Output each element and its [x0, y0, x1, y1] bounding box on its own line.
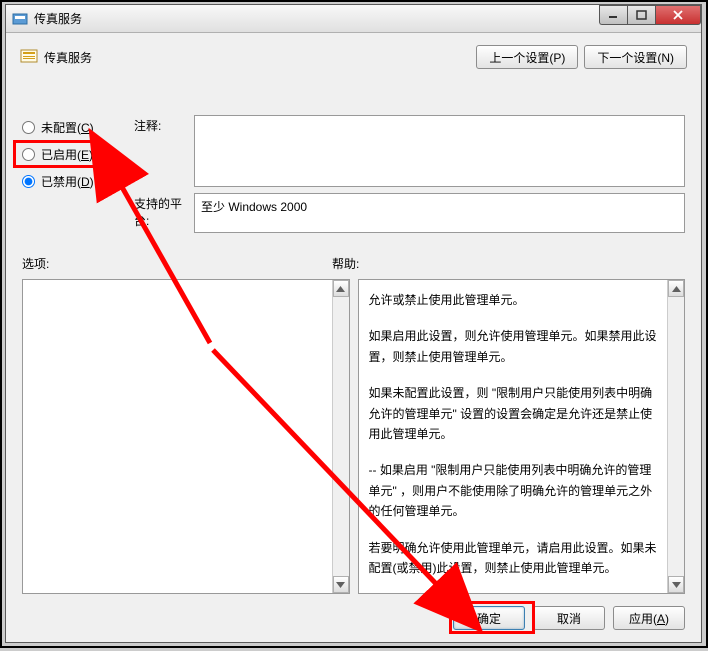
radio-enabled[interactable]: 已启用(E)	[22, 146, 94, 163]
comment-label: 注释:	[134, 115, 194, 187]
scroll-up-icon[interactable]	[668, 280, 684, 297]
help-scrollbar[interactable]	[667, 280, 684, 593]
maximize-button[interactable]	[627, 5, 655, 25]
help-p3: 如果未配置此设置，则 "限制用户只能使用列表中明确允许的管理单元" 设置的设置会…	[369, 383, 661, 444]
apply-button[interactable]: 应用(A)	[613, 606, 685, 630]
radio-disabled[interactable]: 已禁用(D)	[22, 173, 94, 190]
help-label: 帮助:	[332, 255, 359, 272]
help-p4: -- 如果启用 "限制用户只能使用列表中明确允许的管理单元" ，则用户不能使用除…	[369, 460, 661, 521]
state-radio-group: 未配置(C) 已启用(E) 已禁用(D)	[22, 119, 94, 190]
radio-enabled-label: 已启用(E)	[41, 146, 93, 163]
help-p1: 允许或禁止使用此管理单元。	[369, 290, 661, 310]
scroll-up-icon[interactable]	[333, 280, 349, 297]
help-p5: 若要明确允许使用此管理单元，请启用此设置。如果未配置(或禁用)此设置，则禁止使用…	[369, 538, 661, 579]
minimize-button[interactable]	[599, 5, 627, 25]
help-panel: 允许或禁止使用此管理单元。 如果启用此设置，则允许使用管理单元。如果禁用此设置，…	[358, 279, 686, 594]
close-button[interactable]	[655, 5, 701, 25]
platform-value: 至少 Windows 2000	[194, 193, 685, 233]
cancel-button[interactable]: 取消	[533, 606, 605, 630]
radio-unconfigured-label: 未配置(C)	[41, 119, 94, 136]
app-icon	[12, 11, 28, 27]
radio-disabled-input[interactable]	[22, 175, 35, 188]
options-scrollbar[interactable]	[332, 280, 349, 593]
window-title: 传真服务	[34, 10, 82, 27]
scroll-down-icon[interactable]	[668, 576, 684, 593]
radio-unconfigured[interactable]: 未配置(C)	[22, 119, 94, 136]
titlebar[interactable]: 传真服务	[6, 5, 701, 33]
radio-disabled-label: 已禁用(D)	[41, 173, 94, 190]
settings-icon	[20, 48, 38, 66]
radio-enabled-input[interactable]	[22, 148, 35, 161]
help-text: 允许或禁止使用此管理单元。 如果启用此设置，则允许使用管理单元。如果禁用此设置，…	[359, 280, 685, 594]
window-controls	[599, 5, 701, 25]
comment-input[interactable]	[194, 115, 685, 187]
page-title: 传真服务	[44, 49, 92, 66]
prev-setting-button[interactable]: 上一个设置(P)	[476, 45, 578, 69]
scroll-down-icon[interactable]	[333, 576, 349, 593]
platform-label: 支持的平台:	[134, 193, 194, 233]
help-p2: 如果启用此设置，则允许使用管理单元。如果禁用此设置，则禁止使用管理单元。	[369, 326, 661, 367]
radio-unconfigured-input[interactable]	[22, 121, 35, 134]
dialog-window: 传真服务 传真服务 上一个设置(P) 下一个设置(N) 未配置(C)	[5, 4, 702, 643]
next-setting-button[interactable]: 下一个设置(N)	[584, 45, 687, 69]
options-panel	[22, 279, 350, 594]
options-label: 选项:	[22, 255, 332, 272]
ok-button[interactable]: 确定	[453, 606, 525, 630]
